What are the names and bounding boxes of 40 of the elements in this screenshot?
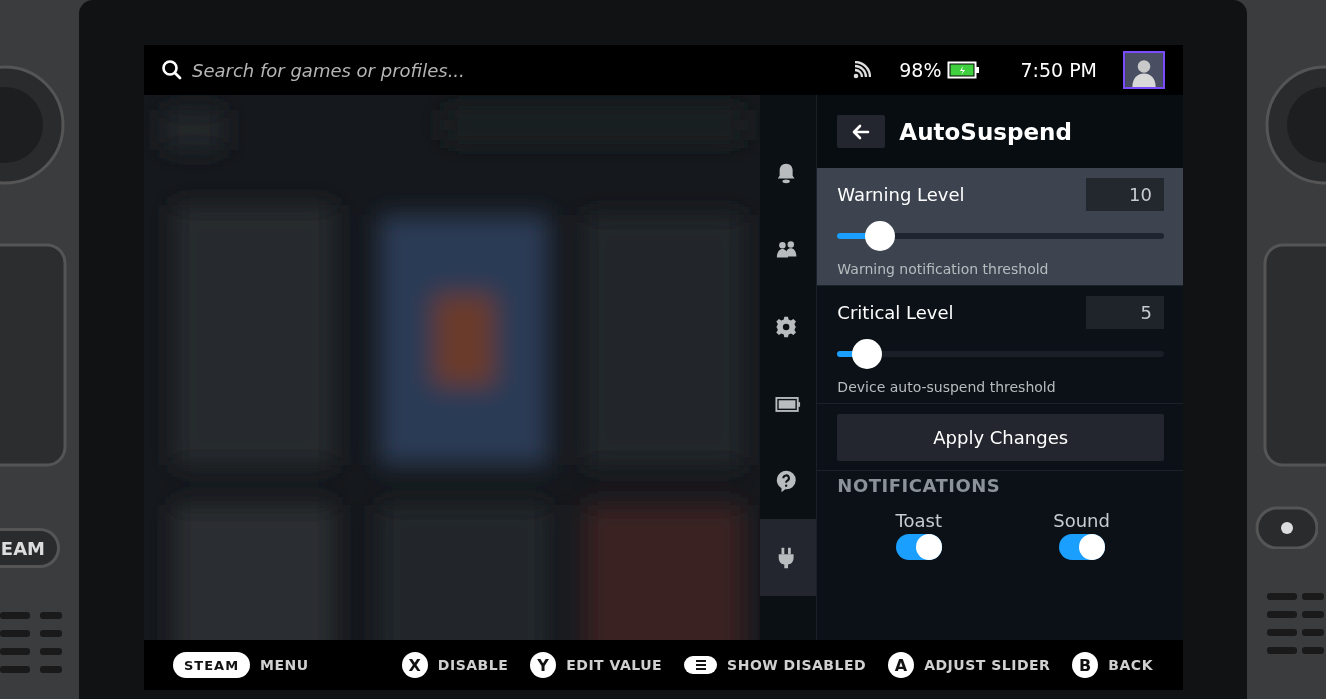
button-hint-label: BACK (1108, 657, 1153, 673)
menu-button-icon (684, 656, 718, 674)
button-hint-label: MENU (260, 657, 309, 673)
value-field[interactable]: 5 (1086, 296, 1164, 329)
arrow-left-icon (852, 122, 871, 141)
slider[interactable] (837, 339, 1164, 369)
slider[interactable] (837, 221, 1164, 251)
button-hint-label: DISABLE (437, 657, 509, 673)
button-hint-label: SHOW DISABLED (727, 657, 867, 673)
avatar-icon[interactable] (1123, 51, 1165, 89)
clock-time: 7:50 PM (1020, 59, 1097, 81)
button-hint-label: ADJUST SLIDER (924, 657, 1051, 673)
slider-label: Warning Level (837, 184, 965, 205)
toggle-label: Toast (895, 510, 942, 531)
slider-description: Warning notification threshold (837, 261, 1050, 277)
search-field[interactable]: Search for games or profiles... (192, 59, 552, 81)
controller-button-glyph: X (401, 652, 428, 678)
battery-icon (947, 61, 981, 79)
quick-access-tab[interactable] (760, 519, 817, 596)
search-icon (162, 60, 182, 80)
signal-icon (853, 61, 872, 79)
battery-percentage: 98% (899, 59, 942, 81)
steam-button[interactable]: EAM (0, 528, 60, 568)
slider-label: Critical Level (837, 302, 954, 323)
section-heading: NOTIFICATIONS (837, 475, 1002, 496)
panel-title: AutoSuspend (899, 118, 1072, 145)
apply-button[interactable]: Apply Changes (837, 414, 1164, 461)
steam-button-glyph: STEAM (173, 652, 251, 678)
slider-thumb[interactable] (851, 339, 882, 369)
toggle-switch[interactable] (1058, 534, 1105, 560)
controller-button-glyph: B (1072, 652, 1099, 678)
slider-description: Device auto-suspend threshold (837, 379, 1057, 395)
controller-button-glyph: Y (530, 652, 557, 678)
controller-button-glyph: A (888, 652, 915, 678)
value-field[interactable]: 10 (1086, 178, 1164, 211)
toggle-label: Sound (1053, 510, 1110, 531)
slider-thumb[interactable] (864, 221, 895, 251)
back-button[interactable] (837, 115, 886, 148)
toggle-switch[interactable] (895, 534, 942, 560)
button-hint-label: EDIT VALUE (566, 657, 663, 673)
